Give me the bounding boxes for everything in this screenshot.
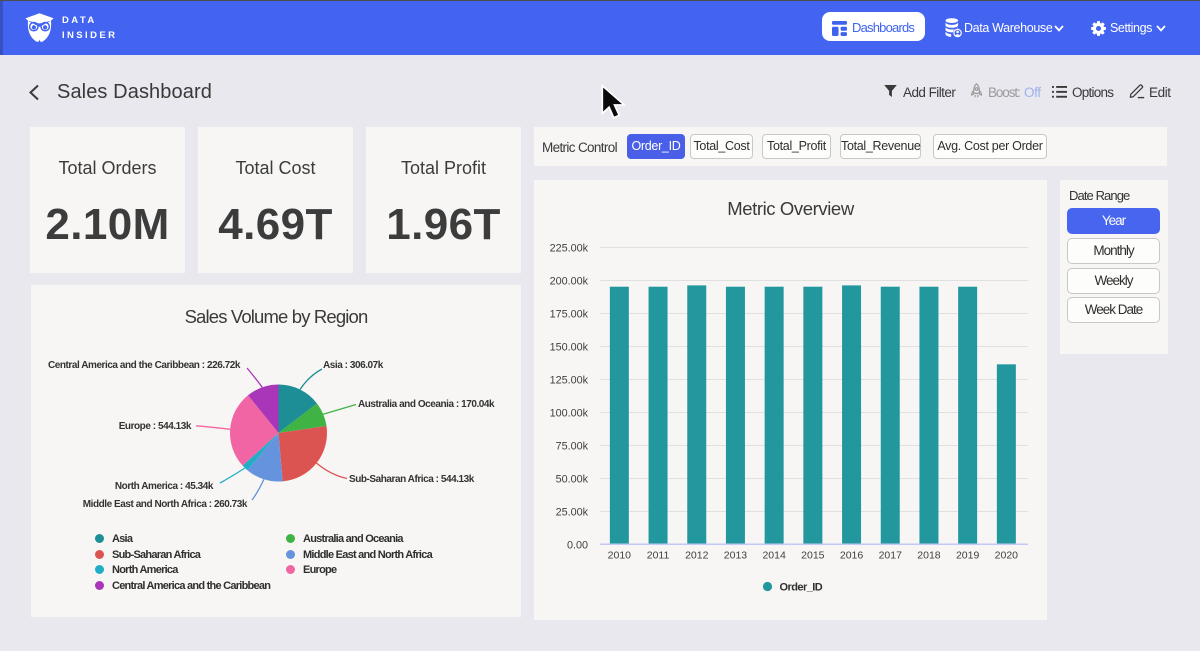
svg-text:2011: 2011 (647, 550, 670, 562)
svg-text:75.00k: 75.00k (556, 441, 589, 453)
svg-text:50.00k: 50.00k (556, 474, 589, 486)
svg-text:Order_ID: Order_ID (780, 582, 823, 594)
svg-text:2012: 2012 (685, 550, 709, 562)
svg-text:2019: 2019 (956, 550, 980, 562)
svg-text:2010: 2010 (608, 550, 632, 562)
svg-text:2015: 2015 (801, 550, 825, 562)
svg-text:150.00k: 150.00k (550, 342, 589, 354)
svg-text:2020: 2020 (995, 550, 1019, 562)
svg-text:0.00: 0.00 (567, 540, 588, 552)
svg-text:2017: 2017 (879, 550, 903, 562)
svg-text:2018: 2018 (917, 550, 941, 562)
svg-text:200.00k: 200.00k (550, 276, 589, 288)
svg-text:100.00k: 100.00k (550, 408, 589, 420)
svg-text:225.00k: 225.00k (550, 243, 589, 255)
svg-text:2013: 2013 (724, 550, 748, 562)
svg-text:175.00k: 175.00k (550, 309, 589, 321)
svg-text:125.00k: 125.00k (550, 375, 589, 387)
svg-text:2014: 2014 (762, 550, 786, 562)
svg-text:25.00k: 25.00k (556, 507, 589, 519)
svg-text:2016: 2016 (840, 550, 864, 562)
